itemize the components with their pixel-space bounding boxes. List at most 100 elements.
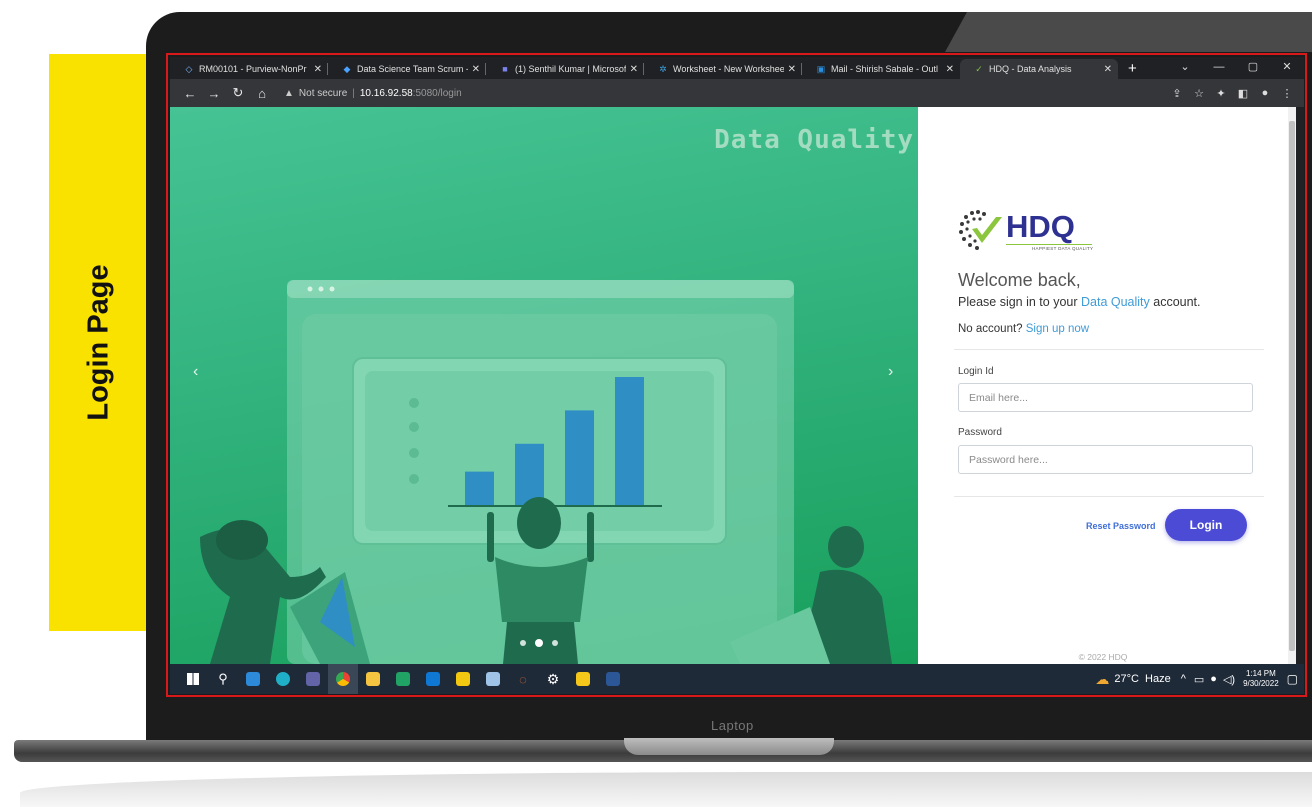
carousel-dot-active[interactable] (535, 639, 543, 647)
profile-icon[interactable]: ● (1254, 87, 1276, 99)
close-icon[interactable]: ✕ (472, 64, 480, 75)
legend-dot (409, 448, 419, 458)
jupyter-icon[interactable]: ◌ (508, 664, 538, 694)
search-icon[interactable]: ⚲ (208, 664, 238, 694)
close-icon[interactable]: ✕ (946, 64, 954, 75)
folder-glyph (366, 672, 380, 686)
password-input[interactable] (958, 445, 1253, 474)
teams-glyph (306, 672, 320, 686)
legend-dot (409, 474, 419, 484)
side-panel-icon[interactable]: ◧ (1232, 87, 1254, 100)
window-dot (318, 286, 324, 292)
browser-toolbar: ← → ↻ ⌂ ▲ Not secure | 10.16.92.58 :5080… (170, 79, 1304, 107)
window-titlebar-illustration (287, 280, 794, 298)
tab-search-icon[interactable]: ⌄ (1168, 57, 1202, 77)
browser-tab[interactable]: ◇ RM00101 - Purview-NonPr ✕ (170, 59, 328, 79)
outlook-icon[interactable] (418, 664, 448, 694)
data-quality-link[interactable]: Data Quality (1081, 295, 1150, 309)
hdq-icon: ✓ (975, 64, 983, 74)
settings-icon[interactable]: ⚙ (538, 664, 568, 694)
reload-icon[interactable]: ↻ (226, 85, 250, 101)
laptop-notch (624, 738, 834, 755)
signin-text: Please sign in to your Data Quality acco… (958, 295, 1201, 309)
hero-bar (465, 471, 494, 505)
hdq-logo: HDQ HAPPIEST DATA QUALITY (958, 207, 1098, 262)
hero-bar (515, 443, 544, 505)
close-icon[interactable]: ✕ (788, 64, 796, 75)
divider (954, 349, 1264, 350)
power-bi-icon[interactable] (448, 664, 478, 694)
page-scrollbar[interactable] (1288, 107, 1296, 664)
carousel-prev-icon[interactable]: ‹ (193, 363, 198, 381)
extensions-icon[interactable]: ✦ (1210, 87, 1232, 100)
close-icon[interactable]: ✕ (630, 64, 638, 75)
word-icon[interactable] (598, 664, 628, 694)
tab-title: Worksheet - New Workshee (673, 64, 784, 74)
share-icon[interactable]: ⇪ (1166, 87, 1188, 100)
toolbar-actions: ⇪ ☆ ✦ ◧ ● ⋮ (1166, 79, 1298, 107)
browser-tab[interactable]: ▣ Mail - Shirish Sabale - Outl ✕ (802, 59, 960, 79)
close-window-icon[interactable]: ✕ (1270, 57, 1304, 77)
legend-dot (409, 422, 419, 432)
security-status: Not secure (298, 87, 348, 99)
reset-password-link[interactable]: Reset Password (1086, 521, 1156, 531)
chevron-up-icon[interactable]: ^ (1181, 673, 1186, 685)
window-dot (329, 286, 335, 292)
forward-icon[interactable]: → (202, 86, 226, 101)
carousel-next-icon[interactable]: › (888, 363, 893, 381)
tab-title: Data Science Team Scrum - (357, 64, 468, 74)
pen-icon[interactable] (478, 664, 508, 694)
teams-icon[interactable] (298, 664, 328, 694)
url-path: :5080/login (412, 87, 462, 99)
close-icon[interactable]: ✕ (314, 64, 322, 75)
tab-title: RM00101 - Purview-NonPr (199, 64, 307, 74)
browser-tab[interactable]: ✲ Worksheet - New Workshee ✕ (644, 59, 802, 79)
azure-devops-icon: ◆ (343, 64, 351, 74)
minimize-icon[interactable]: — (1202, 57, 1236, 77)
volume-icon[interactable]: ◁) (1223, 673, 1235, 686)
hdq-tagline: HAPPIEST DATA QUALITY (1032, 246, 1094, 251)
login-id-input[interactable] (958, 383, 1253, 412)
url-host: 10.16.92.58 (359, 87, 413, 99)
home-icon[interactable]: ⌂ (250, 86, 274, 101)
windows-start-icon[interactable] (178, 664, 208, 694)
browser-tab[interactable]: ◆ Data Science Team Scrum - ✕ (328, 59, 486, 79)
file-explorer-icon[interactable] (358, 664, 388, 694)
mail-icon[interactable] (238, 664, 268, 694)
hdq-brand-underline (1006, 244, 1092, 245)
menu-icon[interactable]: ⋮ (1276, 87, 1298, 100)
notification-icon[interactable]: ▢ (1287, 672, 1298, 686)
edge-glyph (276, 672, 290, 686)
excel-icon[interactable] (388, 664, 418, 694)
close-icon[interactable]: ✕ (1104, 64, 1112, 75)
browser-tab[interactable]: ■ (1) Senthil Kumar | Microsof ✕ (486, 59, 644, 79)
signup-link[interactable]: Sign up now (1026, 323, 1089, 335)
new-tab-button[interactable]: + (1118, 59, 1147, 79)
clock-date: 9/30/2022 (1243, 679, 1279, 688)
edge-icon[interactable] (268, 664, 298, 694)
sticky-notes-glyph (576, 672, 590, 686)
chrome-glyph (336, 672, 350, 686)
carousel-dot[interactable] (520, 640, 526, 646)
battery-icon[interactable]: ▭ (1194, 673, 1204, 686)
carousel-dot[interactable] (552, 640, 558, 646)
bookmark-star-icon[interactable]: ☆ (1188, 87, 1210, 100)
tab-title: (1) Senthil Kumar | Microsof (515, 64, 626, 74)
system-tray: ☁ 27°C Haze ^ ▭ ● ◁) 1:14 PM 9/30/2022 ▢ (1095, 664, 1298, 694)
tab-title: Mail - Shirish Sabale - Outl (831, 64, 939, 74)
weather-text[interactable]: 27°C Haze (1114, 673, 1170, 685)
chrome-icon[interactable] (328, 664, 358, 694)
person-arm (487, 512, 494, 562)
scrollbar-thumb[interactable] (1289, 121, 1295, 651)
sticky-notes-icon[interactable] (568, 664, 598, 694)
clock[interactable]: 1:14 PM 9/30/2022 (1243, 669, 1279, 689)
maximize-icon[interactable]: ▢ (1236, 57, 1270, 77)
login-id-label: Login Id (958, 366, 994, 377)
address-bar[interactable]: ▲ Not secure | 10.16.92.58 :5080/login (284, 88, 462, 99)
browser-tab-active[interactable]: ✓ HDQ - Data Analysis ✕ (960, 59, 1118, 79)
login-button[interactable]: Login (1165, 509, 1247, 541)
laptop-screen: ◇ RM00101 - Purview-NonPr ✕ ◆ Data Scien… (170, 57, 1304, 694)
back-icon[interactable]: ← (178, 86, 202, 101)
microphone-icon[interactable]: ● (1210, 673, 1217, 685)
weather-icon[interactable]: ☁ (1095, 671, 1109, 688)
